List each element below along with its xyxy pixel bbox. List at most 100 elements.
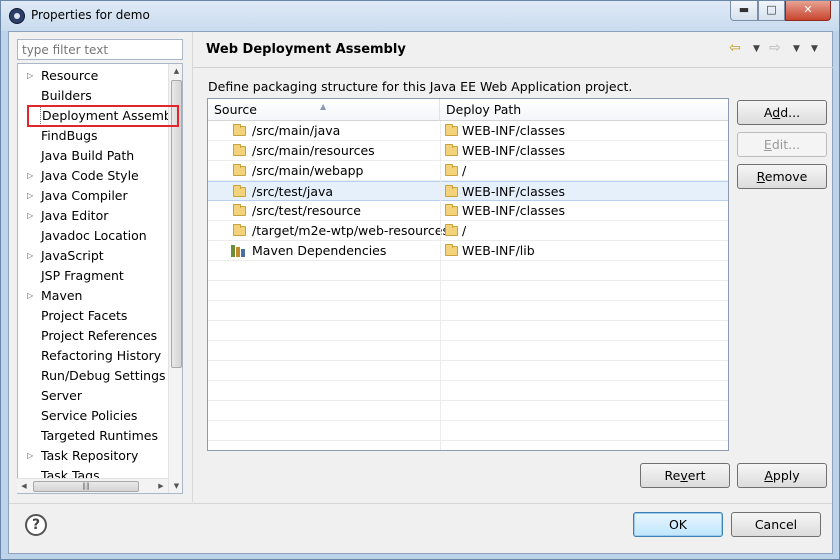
deploy-path-cell: / — [462, 163, 467, 178]
filter-input[interactable] — [17, 39, 183, 60]
properties-window: Properties for demo ▬ □ ✕ ▷ Resource Build… — [0, 0, 840, 560]
view-menu-icon[interactable]: ▼ — [811, 44, 818, 54]
tree-item[interactable]: ▷ Task Repository — [18, 446, 168, 466]
scroll-up-icon[interactable]: ▲ — [169, 64, 182, 78]
tree-item-label: Builders — [41, 88, 92, 103]
folder-icon — [445, 164, 458, 176]
remove-button[interactable]: Remove — [737, 164, 827, 189]
source-cell: /src/test/java — [252, 184, 334, 199]
table-header: Source ▲ Deploy Path — [208, 99, 728, 121]
source-cell: /src/main/webapp — [252, 163, 364, 178]
table-row[interactable]: /src/test/resource WEB-INF/classes — [208, 201, 728, 221]
tree-item[interactable]: FindBugs — [18, 126, 168, 146]
table-row[interactable]: /src/test/java WEB-INF/classes — [208, 181, 728, 201]
edit-button[interactable]: Edit... — [737, 132, 827, 157]
deploy-path-cell: / — [462, 223, 467, 238]
deploy-path-cell: WEB-INF/classes — [462, 184, 566, 199]
scroll-down-icon[interactable]: ▼ — [169, 479, 182, 493]
tree-item[interactable]: Refactoring History — [18, 346, 168, 366]
source-cell: Maven Dependencies — [252, 243, 387, 258]
table-row[interactable]: /target/m2e-wtp/web-resources / — [208, 221, 728, 241]
expand-arrow-icon[interactable]: ▷ — [27, 246, 37, 266]
deploy-path-cell: WEB-INF/classes — [462, 123, 566, 138]
help-icon[interactable]: ? — [25, 514, 47, 536]
back-arrow-icon[interactable]: ⇦ — [729, 40, 741, 56]
tree-item[interactable]: Java Build Path — [18, 146, 168, 166]
tree-item[interactable]: Service Policies — [18, 406, 168, 426]
tree-item[interactable]: ▷ Java Code Style — [18, 166, 168, 186]
tree-item[interactable]: ▷ Java Compiler — [18, 186, 168, 206]
deploy-path-cell: WEB-INF/classes — [462, 143, 566, 158]
scroll-left-icon[interactable]: ◀ — [17, 479, 31, 494]
expand-arrow-icon[interactable]: ▷ — [27, 446, 37, 466]
expand-arrow-icon[interactable]: ▷ — [27, 206, 37, 226]
eclipse-icon — [9, 8, 25, 24]
folder-icon — [445, 124, 458, 136]
tree-item[interactable]: ▷ JavaScript — [18, 246, 168, 266]
pane-splitter[interactable] — [192, 32, 193, 502]
expand-arrow-icon[interactable]: ▷ — [27, 286, 37, 306]
add-button[interactable]: Add... — [737, 100, 827, 125]
revert-button[interactable]: Revert — [640, 463, 730, 488]
title-bar[interactable]: Properties for demo ▬ □ ✕ — [1, 1, 839, 31]
table-row[interactable]: /src/main/resources WEB-INF/classes — [208, 141, 728, 161]
apply-mnemonic: A — [764, 468, 773, 483]
forward-dropdown-icon[interactable]: ▼ — [793, 44, 800, 54]
source-cell: /src/main/java — [252, 123, 341, 138]
table-row[interactable]: Maven Dependencies WEB-INF/lib — [208, 241, 728, 261]
table-row — [208, 281, 728, 301]
column-separator — [440, 121, 441, 450]
tree-item[interactable]: Server — [18, 386, 168, 406]
close-button[interactable]: ✕ — [785, 1, 831, 21]
add-mnemonic: d — [772, 105, 781, 120]
apply-button[interactable]: Apply — [737, 463, 827, 488]
deploy-path-cell: WEB-INF/classes — [462, 203, 566, 218]
tree-item[interactable]: JSP Fragment — [18, 266, 168, 286]
column-header-source[interactable]: Source ▲ — [208, 99, 440, 121]
expand-arrow-icon[interactable]: ▷ — [27, 166, 37, 186]
table-row[interactable]: /src/main/webapp / — [208, 161, 728, 181]
add-label-post: d... — [780, 105, 801, 120]
tree-item[interactable]: Builders — [18, 86, 168, 106]
tree-item[interactable]: Targeted Runtimes — [18, 426, 168, 446]
folder-icon — [233, 224, 246, 236]
table-row — [208, 301, 728, 321]
column-source-label: Source — [214, 102, 257, 117]
folder-icon — [233, 185, 246, 197]
cancel-button[interactable]: Cancel — [731, 512, 821, 537]
tree-item-label: JSP Fragment — [41, 268, 124, 283]
dialog-client: ▷ResourceBuildersDeployment AssemblyFind… — [8, 31, 833, 554]
source-cell: /src/test/resource — [252, 203, 361, 218]
property-tree: ▷ResourceBuildersDeployment AssemblyFind… — [17, 63, 183, 494]
table-row[interactable]: /src/main/java WEB-INF/classes — [208, 121, 728, 141]
expand-arrow-icon[interactable]: ▷ — [27, 186, 37, 206]
apply-label-post: pply — [772, 468, 800, 483]
tree-item[interactable]: ▷ Maven — [18, 286, 168, 306]
tree-item[interactable]: ▷ Java Editor — [18, 206, 168, 226]
forward-arrow-icon[interactable]: ⇨ — [769, 40, 781, 56]
tree-item[interactable]: Project References — [18, 326, 168, 346]
horizontal-scroll-thumb[interactable]: ‖‖ — [33, 481, 139, 492]
ok-button[interactable]: OK — [633, 512, 723, 537]
red-highlight-annotation — [27, 105, 179, 127]
tree-item[interactable]: Project Facets — [18, 306, 168, 326]
tree-item-label: Run/Debug Settings — [41, 368, 166, 383]
tree-item[interactable]: ▷ Resource — [18, 66, 168, 86]
folder-icon — [233, 144, 246, 156]
folder-icon — [445, 144, 458, 156]
tree-horizontal-scrollbar[interactable]: ◀ ‖‖ ▶ — [17, 478, 168, 493]
table-row — [208, 341, 728, 361]
expand-arrow-icon[interactable]: ▷ — [27, 66, 37, 86]
back-dropdown-icon[interactable]: ▼ — [753, 44, 760, 54]
source-cell: /target/m2e-wtp/web-resources — [252, 223, 449, 238]
tree-item[interactable]: Javadoc Location — [18, 226, 168, 246]
minimize-button[interactable]: ▬ — [730, 1, 758, 21]
window-title: Properties for demo — [31, 8, 150, 22]
scroll-right-icon[interactable]: ▶ — [154, 479, 168, 494]
header-separator — [193, 67, 833, 68]
revert-mnemonic: v — [680, 468, 688, 483]
column-header-deploy-path[interactable]: Deploy Path — [440, 99, 728, 121]
maximize-button[interactable]: □ — [758, 1, 785, 21]
tree-item[interactable]: Run/Debug Settings — [18, 366, 168, 386]
tree-vertical-scrollbar[interactable]: ▲ ▼ — [168, 64, 182, 493]
